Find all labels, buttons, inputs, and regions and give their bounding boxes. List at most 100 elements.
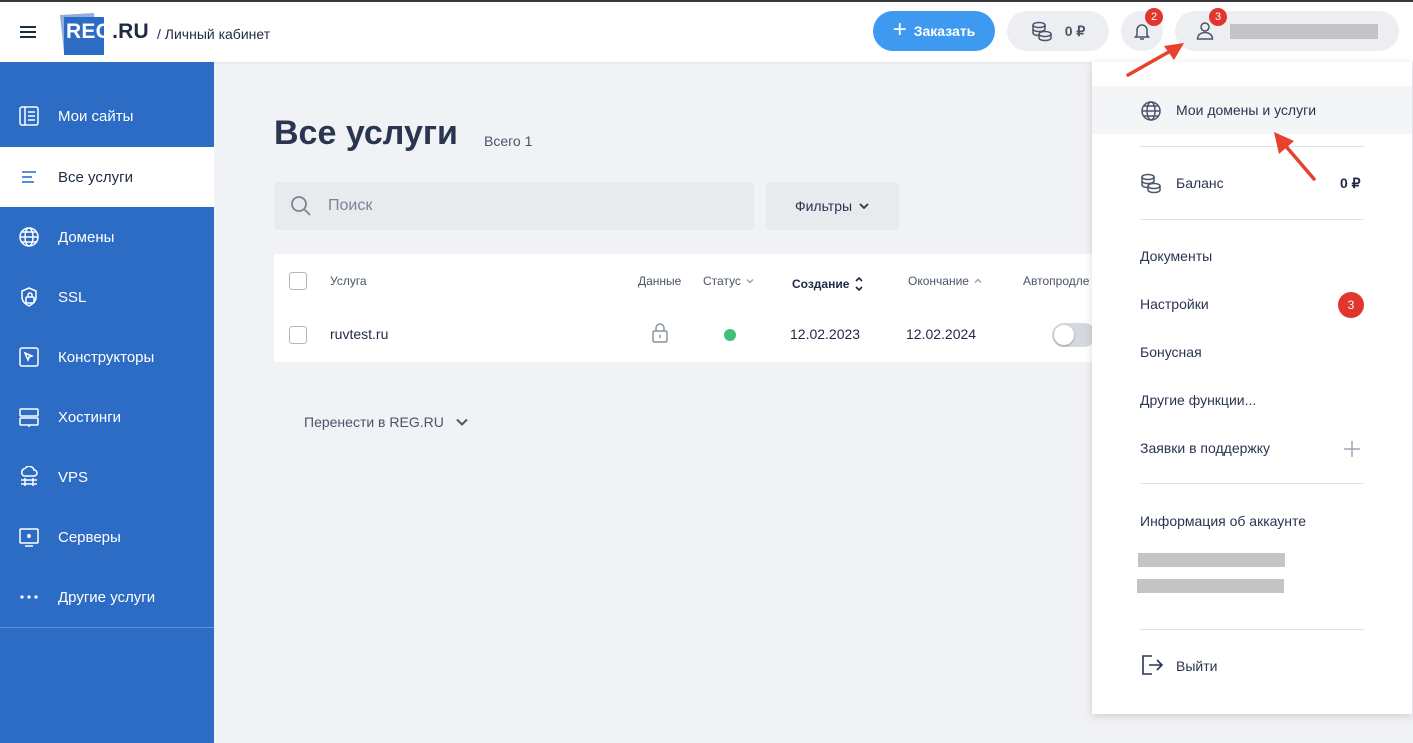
vps-icon [21, 466, 38, 486]
redacted-account-line-1 [1138, 553, 1285, 567]
other-functions-menu-item[interactable]: Другие функции... [1140, 392, 1256, 408]
redacted-account-line-2 [1137, 579, 1284, 593]
ssl-lock-icon [21, 287, 37, 307]
globe-icon [19, 227, 39, 247]
list-icon [22, 171, 36, 183]
chevron-down-icon [746, 278, 754, 284]
order-button-label: Заказать [913, 23, 976, 39]
balance-value: 0 ₽ [1064, 22, 1086, 39]
menu-divider [1140, 146, 1364, 147]
sidebar-item-all-services[interactable]: Все услуги [0, 147, 214, 207]
sidebar-item-label: Конструкторы [58, 348, 155, 366]
search-icon [291, 196, 311, 216]
sidebar-item-builders[interactable]: Конструкторы [0, 327, 214, 387]
sidebar-item-servers[interactable]: Серверы [0, 507, 214, 567]
column-header-status[interactable]: Статус [703, 274, 755, 288]
globe-icon [1141, 101, 1161, 121]
filters-label: Фильтры [794, 198, 853, 214]
annotation-arrow-icon [1274, 132, 1316, 181]
column-header-expires-label: Окончание [908, 274, 969, 288]
search-placeholder: Поиск [328, 197, 373, 214]
balance-menu-item[interactable]: Баланс [1176, 175, 1224, 191]
padlock-icon[interactable] [651, 322, 669, 344]
autorenew-toggle[interactable] [1052, 323, 1096, 347]
sidebar-item-label: Домены [58, 228, 115, 246]
select-all-checkbox[interactable] [289, 272, 307, 290]
expires-date: 12.02.2024 [906, 326, 977, 342]
transfer-label: Перенести в REG.RU [304, 414, 444, 430]
hosting-icon [19, 408, 39, 427]
plus-icon[interactable] [1342, 439, 1362, 459]
coins-icon [1031, 21, 1052, 42]
status-active-dot [724, 329, 736, 341]
support-tickets-menu-item[interactable]: Заявки в поддержку [1140, 440, 1270, 456]
user-badge: 3 [1209, 8, 1227, 26]
sidebar-item-my-sites[interactable]: Мои сайты [0, 86, 214, 146]
account-info-menu-item[interactable]: Информация об аккаунте [1140, 513, 1306, 529]
column-header-expires[interactable]: Окончание [908, 274, 983, 288]
user-dropdown-menu: Мои домены и услуги Баланс 0 ₽ Документы… [1092, 62, 1412, 714]
chevron-down-icon [456, 418, 468, 426]
redacted-username [1230, 24, 1378, 39]
logout-menu-item[interactable]: Выйти [1176, 658, 1217, 674]
builder-icon [19, 347, 39, 367]
balance-button[interactable]: 0 ₽ [1007, 11, 1109, 51]
chevron-down-icon [859, 203, 869, 210]
sidebar-item-label: Хостинги [58, 408, 122, 426]
sidebar-divider [0, 627, 214, 628]
menu-divider [1140, 483, 1364, 484]
sidebar-item-vps[interactable]: VPS [0, 447, 214, 507]
page-title: Все услуги [274, 114, 458, 152]
balance-menu-value: 0 ₽ [1340, 175, 1361, 191]
settings-menu-item[interactable]: Настройки [1140, 296, 1209, 312]
settings-badge: 3 [1338, 292, 1364, 318]
user-menu-button[interactable]: 3 [1175, 8, 1399, 51]
menu-divider [1140, 629, 1364, 630]
sidebar-item-label: Другие услуги [58, 588, 156, 606]
my-domains-label[interactable]: Мои домены и услуги [1176, 102, 1316, 118]
sort-icon [855, 276, 863, 292]
column-header-service[interactable]: Услуга [330, 274, 367, 288]
documents-menu-item[interactable]: Документы [1140, 248, 1212, 264]
order-button[interactable]: + Заказать [873, 11, 995, 51]
breadcrumb[interactable]: / Личный кабинет [157, 26, 270, 42]
bonus-menu-item[interactable]: Бонусная [1140, 344, 1202, 360]
search-input[interactable]: Поиск [274, 182, 754, 230]
sidebar-item-domains[interactable]: Домены [0, 207, 214, 267]
service-name-link[interactable]: ruvtest.ru [330, 326, 388, 342]
sidebar-item-label: VPS [58, 468, 89, 486]
row-checkbox[interactable] [289, 326, 307, 344]
more-dots-icon [20, 595, 38, 599]
chevron-up-icon [974, 278, 982, 284]
total-count: Всего 1 [484, 133, 533, 149]
sidebar-item-label: SSL [58, 288, 87, 306]
top-header: REG.RU / Личный кабинет + Заказать 0 ₽ 2… [0, 2, 1413, 62]
sidebar-item-hosting[interactable]: Хостинги [0, 387, 214, 447]
hamburger-menu-icon[interactable] [18, 22, 38, 42]
column-header-created-label: Создание [792, 277, 850, 291]
server-icon [19, 528, 39, 547]
menu-divider [1140, 219, 1364, 220]
filters-button[interactable]: Фильтры [766, 182, 899, 230]
sites-icon [19, 106, 39, 126]
sidebar-item-label: Серверы [58, 528, 121, 546]
sidebar-item-label: Мои сайты [58, 107, 134, 125]
column-header-data: Данные [638, 274, 682, 288]
notifications-badge: 2 [1145, 8, 1163, 26]
toggle-knob [1054, 325, 1074, 345]
plus-icon: + [892, 16, 907, 43]
services-table: Услуга Данные Статус Создание Окончание … [274, 254, 1104, 362]
sidebar-item-other-services[interactable]: Другие услуги [0, 567, 214, 627]
sidebar-item-label: Все услуги [58, 168, 133, 186]
annotation-arrow-icon [1126, 43, 1184, 77]
coins-icon [1141, 173, 1161, 194]
created-date: 12.02.2023 [790, 326, 861, 342]
logo-text[interactable]: REG.RU [66, 20, 149, 44]
logout-icon [1142, 655, 1164, 675]
column-header-autorenew: Автопродле [1023, 274, 1090, 288]
sidebar: Мои сайты Все услуги Домены SSL Конструк… [0, 62, 214, 743]
sidebar-item-ssl[interactable]: SSL [0, 267, 214, 327]
column-header-status-label: Статус [703, 274, 741, 288]
transfer-to-regru-button[interactable]: Перенести в REG.RU [304, 414, 470, 430]
column-header-created[interactable]: Создание [792, 274, 865, 294]
